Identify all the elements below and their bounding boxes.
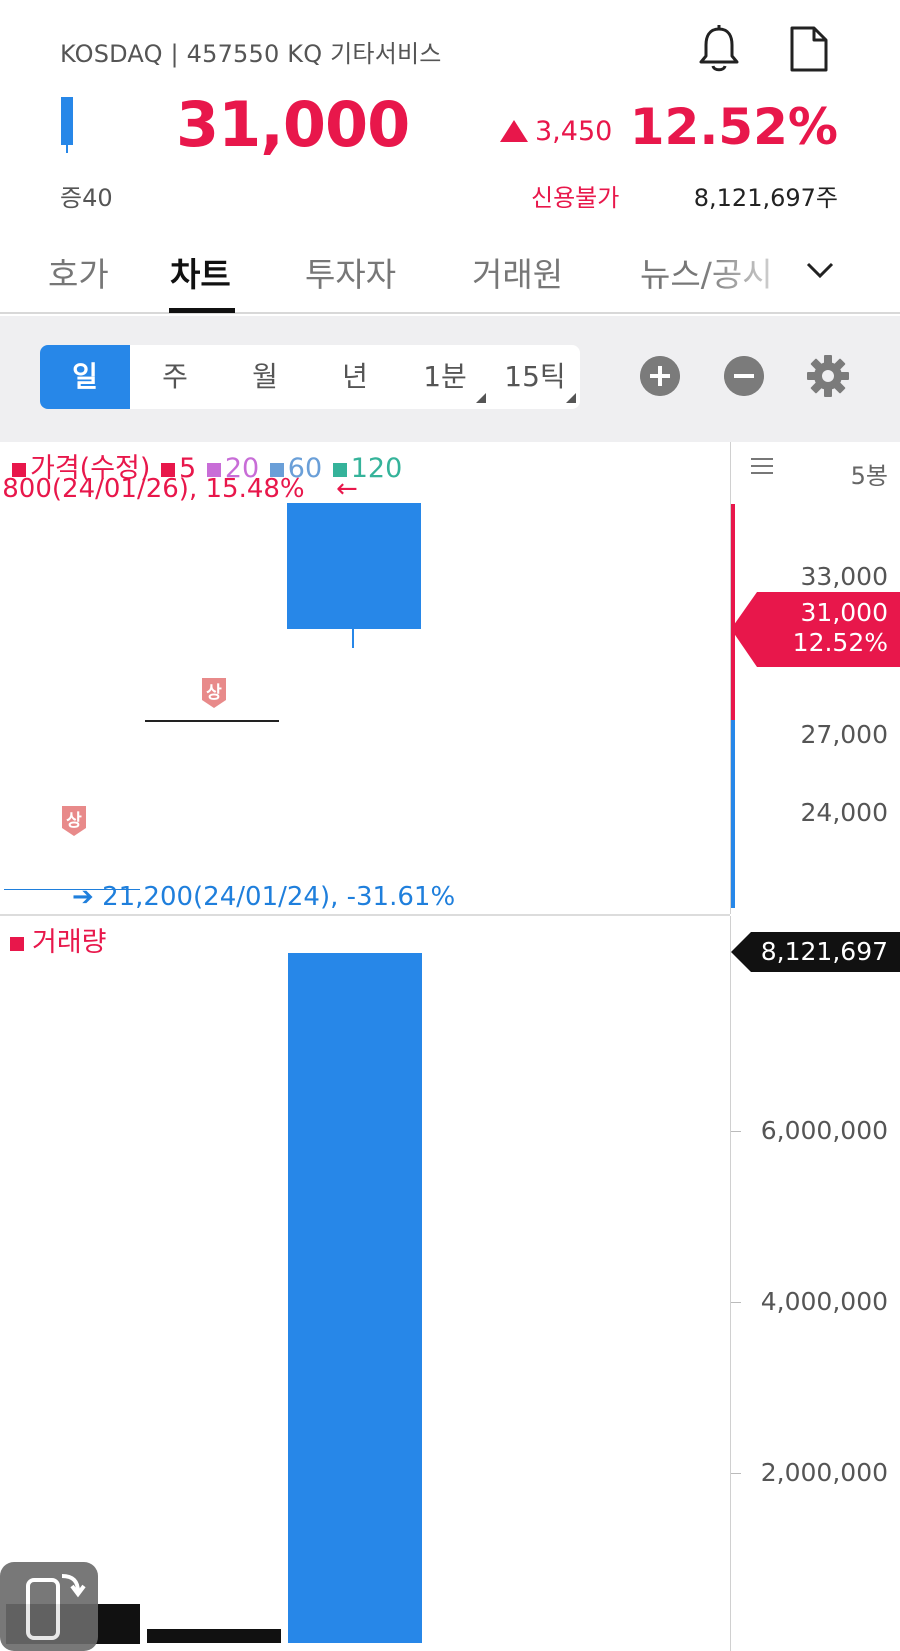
legend-ma120: 120 [350,453,403,484]
price-tick: 24,000 [800,798,888,827]
left-arrow-icon: ← [336,474,358,504]
zoom-in-icon[interactable] [640,356,680,396]
price-axis: 5봉 33,000 31,000 12.52% 27,000 24,000 [730,442,900,914]
chevron-down-icon[interactable] [800,250,840,290]
volume-tick-mark [731,1302,741,1303]
gear-icon[interactable] [806,354,850,398]
price-change: 3,450 [535,116,613,147]
current-price: 31,000 [176,88,410,161]
volume-tick-mark [731,1131,741,1132]
volume-tick: 4,000,000 [760,1287,888,1316]
volume-chart-canvas [6,953,422,1644]
period-15tick[interactable]: 15틱 [490,345,580,409]
bars-count-label[interactable]: 5봉 [851,456,888,491]
price-chart[interactable]: 가격(수정) 5 20 60 120 ,800(24/01/26), 15.48… [0,442,730,914]
tab-fade-overlay [700,230,810,310]
period-week[interactable]: 주 [130,345,220,409]
rotate-icon [26,1574,86,1640]
market-code-line: KOSDAQ | 457550 KQ 기타서비스 [60,40,442,68]
period-selector: 일 주 월 년 1분 15틱 [40,345,580,409]
upper-limit-badge-text: 상 [206,683,222,703]
upper-limit-badge-text-2: 상 [66,811,82,831]
document-icon[interactable] [786,24,832,74]
low-price-label: ➔ 21,200(24/01/24), -31.61% [72,882,456,912]
tab-investor[interactable]: 투자자 [305,248,396,296]
volume-tick: 2,000,000 [760,1458,888,1487]
high-price-label: ,800(24/01/26), 15.48% [0,474,305,504]
period-day[interactable]: 일 [40,345,130,409]
price-tick: 27,000 [800,720,888,749]
period-month[interactable]: 월 [220,345,310,409]
volume-chart[interactable]: 거래량 [0,916,730,1651]
legend-swatch-volume [10,936,24,951]
mini-candle-icon [60,97,74,153]
price-chart-canvas [145,503,421,722]
bell-icon[interactable] [696,24,742,74]
margin-rate: 증40 [60,184,113,212]
price-tick: 33,000 [800,562,888,591]
trade-volume: 8,121,697주 [693,184,838,212]
menu-icon[interactable] [751,458,773,474]
credit-status: 신용불가 [531,184,620,212]
period-year[interactable]: 년 [310,345,400,409]
tab-broker[interactable]: 거래원 [472,248,563,296]
current-price-marker-pct: 12.52% [792,628,888,657]
volume-tick-mark [731,1473,741,1474]
period-1min[interactable]: 1분 [400,345,490,409]
volume-bar-latest [288,953,422,1643]
volume-tick: 6,000,000 [760,1116,888,1145]
tab-orderbook[interactable]: 호가 [48,248,109,296]
zoom-out-icon[interactable] [724,356,764,396]
rotate-screen-button[interactable] [0,1562,98,1651]
current-price-marker-value: 31,000 [800,598,888,627]
active-tab-indicator [169,308,235,313]
volume-bar-prev [147,1629,281,1643]
tab-bar: 호가 차트 투자자 거래원 뉴스/공시 [0,230,900,314]
chart-toolbar: 일 주 월 년 1분 15틱 [0,316,900,442]
up-triangle-icon [500,120,528,142]
volume-legend: 거래량 [10,920,107,959]
volume-axis: 8,121,697 6,000,000 4,000,000 2,000,000 [730,916,900,1651]
current-volume-value: 8,121,697 [760,937,888,966]
tab-chart[interactable]: 차트 [170,248,231,296]
right-arrow-icon: ➔ [72,882,103,912]
stock-header: KOSDAQ | 457550 KQ 기타서비스 31,000 3,450 12… [0,0,900,230]
price-range-down-bar [731,720,735,908]
candle-body-latest [287,503,421,629]
price-change-percent: 12.52% [629,98,838,156]
